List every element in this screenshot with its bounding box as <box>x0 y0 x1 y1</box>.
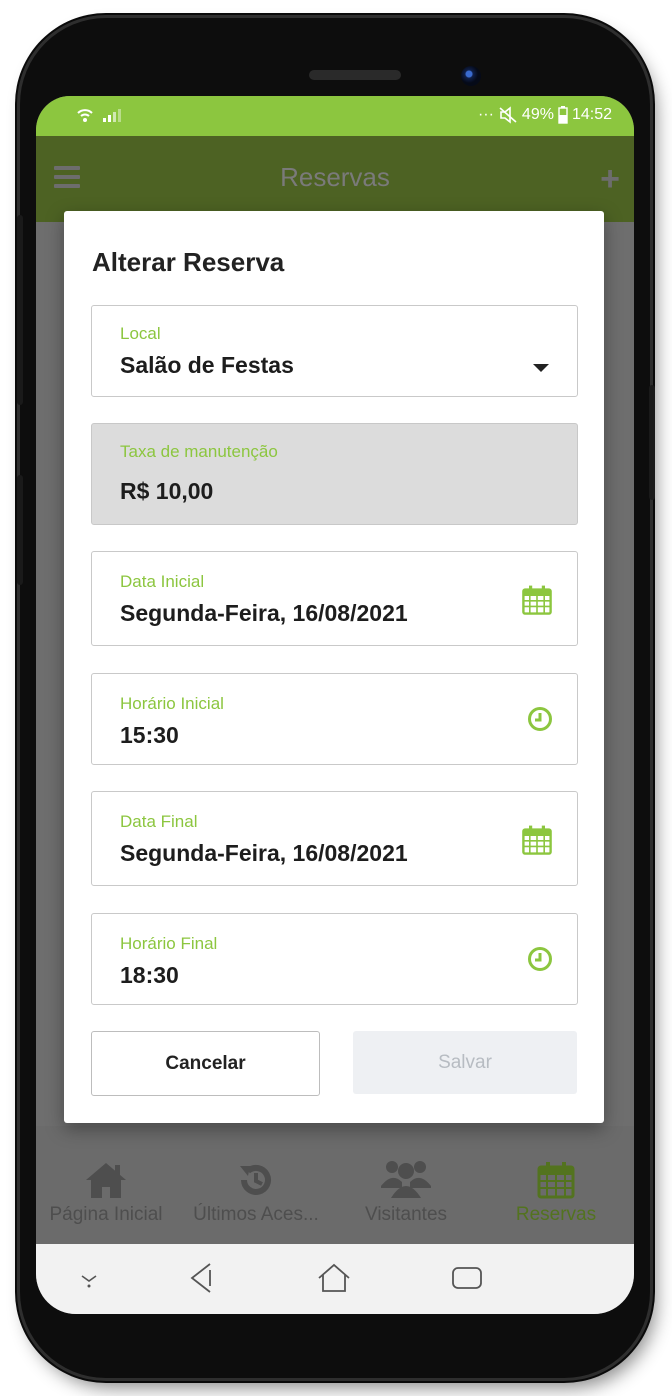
tab-visitors[interactable]: Visitantes <box>336 1152 476 1226</box>
end-time-field[interactable]: Horário Final 18:30 <box>91 913 578 1005</box>
calendar-icon[interactable] <box>521 584 553 616</box>
cancel-button[interactable]: Cancelar <box>91 1031 320 1096</box>
field-label: Local <box>120 324 161 343</box>
field-label: Taxa de manutenção <box>120 442 278 461</box>
field-label: Horário Inicial <box>120 694 224 713</box>
bixby-button <box>17 475 23 585</box>
home-nav-icon[interactable] <box>316 1260 352 1296</box>
field-value: Segunda-Feira, 16/08/2021 <box>120 840 408 866</box>
mute-icon <box>499 106 517 124</box>
clock-icon[interactable] <box>527 706 553 732</box>
calendar-icon <box>537 1162 575 1199</box>
field-label: Horário Final <box>120 934 218 953</box>
field-value: 18:30 <box>120 962 179 988</box>
power-button <box>649 385 655 500</box>
tab-home[interactable]: Página Inicial <box>36 1152 176 1226</box>
start-date-field[interactable]: Data Inicial Segunda-Feira, 16/08/2021 <box>91 551 578 646</box>
maintenance-fee-field: Taxa de manutenção R$ 10,00 <box>91 423 578 525</box>
add-icon[interactable]: + <box>600 160 620 199</box>
recents-icon[interactable] <box>450 1260 484 1294</box>
status-bar: ··· 49% 14:52 <box>36 96 634 136</box>
more-indicator: ··· <box>477 106 494 123</box>
field-value: Salão de Festas <box>120 352 294 378</box>
save-button[interactable]: Salvar <box>353 1031 577 1094</box>
users-icon <box>381 1161 431 1198</box>
clock: 14:52 <box>571 106 612 123</box>
tab-label: Página Inicial <box>49 1204 163 1225</box>
tab-label: Visitantes <box>364 1204 448 1225</box>
back-icon[interactable] <box>186 1260 216 1296</box>
app-bar: Reservas + <box>36 136 634 222</box>
battery-percent: 49% <box>521 106 554 123</box>
tab-label: Reservas <box>515 1204 597 1225</box>
local-select[interactable]: Local Salão de Festas <box>91 305 578 397</box>
clock-icon[interactable] <box>527 946 553 972</box>
end-date-field[interactable]: Data Final Segunda-Feira, 16/08/2021 <box>91 791 578 886</box>
chevron-down-icon <box>533 364 549 372</box>
tab-last-access[interactable]: Últimos Aces... <box>186 1152 326 1226</box>
field-label: Data Inicial <box>120 572 205 591</box>
bottom-tab-bar: Página Inicial Últimos Aces... Visitante… <box>36 1126 634 1244</box>
system-nav-bar <box>36 1244 634 1314</box>
tab-label: Últimos Aces... <box>193 1204 319 1225</box>
tab-reservations[interactable]: Reservas <box>486 1152 626 1226</box>
field-label: Data Final <box>120 812 198 831</box>
page-title: Reservas <box>280 162 390 192</box>
field-value: Segunda-Feira, 16/08/2021 <box>120 600 408 626</box>
volume-button <box>17 215 23 405</box>
history-icon <box>240 1164 271 1195</box>
wifi-icon <box>77 109 93 122</box>
field-value: 15:30 <box>120 722 179 748</box>
edit-reservation-dialog: Alterar Reserva Local Salão de Festas Ta… <box>64 211 604 1123</box>
battery-icon <box>558 106 568 124</box>
speaker-grille <box>309 70 401 80</box>
home-icon <box>86 1163 126 1198</box>
signal-icon <box>103 109 121 122</box>
keyboard-hide-icon[interactable] <box>78 1268 100 1290</box>
calendar-icon[interactable] <box>521 824 553 856</box>
field-value: R$ 10,00 <box>120 478 214 504</box>
front-camera <box>461 66 481 86</box>
dialog-title: Alterar Reserva <box>92 247 285 277</box>
start-time-field[interactable]: Horário Inicial 15:30 <box>91 673 578 765</box>
